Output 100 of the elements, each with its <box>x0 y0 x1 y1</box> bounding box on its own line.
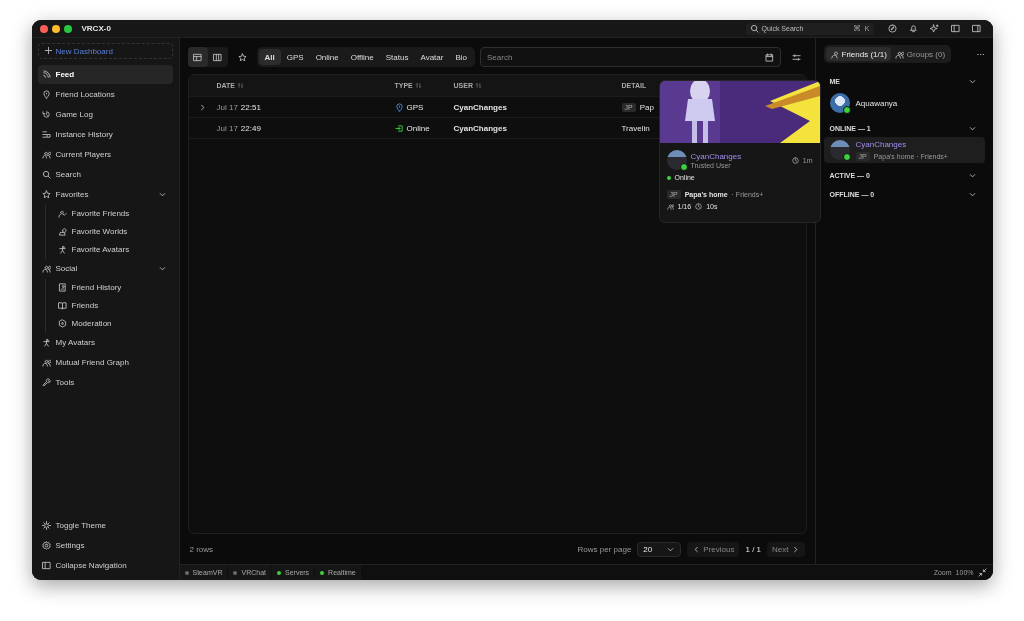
chevron-icon[interactable] <box>157 264 167 273</box>
feed-icon <box>41 70 51 79</box>
sidebar-subitem[interactable]: Moderation <box>53 315 173 332</box>
table-cell: Travelin <box>621 123 650 133</box>
settings-icon <box>41 541 51 550</box>
menu-item-icon <box>57 245 67 254</box>
people-icon <box>41 264 51 273</box>
sliders-icon[interactable] <box>791 52 801 62</box>
person-icon <box>41 338 51 347</box>
compass-icon[interactable] <box>887 24 897 33</box>
user-name[interactable]: CyanChanges <box>690 151 742 161</box>
people-icon <box>894 49 904 59</box>
sidebar-subitem[interactable]: Friends <box>53 297 173 314</box>
location-icon <box>41 90 51 99</box>
sidebar-icon <box>41 561 51 570</box>
sidebar-subitem[interactable]: Favorite Avatars <box>53 241 173 258</box>
sidebar-item[interactable]: Current Players <box>37 145 173 164</box>
sidebar-item[interactable]: Social <box>37 259 173 278</box>
menu-item-icon <box>57 319 67 328</box>
friend-item[interactable]: Aquawanya <box>823 90 985 116</box>
menu-item-icon <box>57 301 67 310</box>
next-button[interactable]: Next <box>767 541 805 557</box>
sidebar-item[interactable]: Favorites <box>37 185 173 204</box>
notification-bell-icon[interactable] <box>908 24 918 33</box>
window-title: VRCX-0 <box>81 24 111 33</box>
players-icon <box>41 150 51 159</box>
menu-item-icon <box>57 227 67 236</box>
rows-per-page-label: Rows per page <box>577 544 632 554</box>
filter-tab[interactable]: GPS <box>280 49 310 65</box>
table-cell: GPS <box>394 102 454 112</box>
table-cell-text: CyanChanges <box>453 123 508 133</box>
filter-tab[interactable]: Status <box>379 49 415 65</box>
table-cell: Online <box>394 123 454 133</box>
sort-icon <box>414 82 422 89</box>
people-icon <box>41 358 51 367</box>
sidebar-item[interactable]: Toggle Theme <box>37 516 173 535</box>
filter-tab[interactable]: Online <box>309 49 345 65</box>
online-status-dot <box>666 175 671 180</box>
sparkle-icon[interactable] <box>929 24 939 33</box>
columns-icon <box>213 52 222 62</box>
maximize-window-button[interactable] <box>63 24 72 33</box>
new-dashboard-button[interactable]: New Dashboard <box>37 43 173 59</box>
people-icon <box>666 203 674 210</box>
search-field[interactable]: Search <box>480 47 781 67</box>
sort-icon <box>237 82 245 89</box>
chevron-icon[interactable] <box>157 190 167 199</box>
star-icon <box>41 190 51 199</box>
sidebar-item[interactable]: Search <box>37 165 173 184</box>
sidebar-item[interactable]: Collapse Navigation <box>37 556 173 575</box>
list-icon <box>41 130 51 139</box>
table-cell: Pap <box>639 102 654 112</box>
sun-icon <box>41 521 51 530</box>
sidebar-item[interactable]: Feed <box>37 65 173 84</box>
sidebar-item[interactable]: Tools <box>37 373 173 392</box>
sidebar-subitem[interactable]: Friend History <box>53 279 173 296</box>
friend-name: CyanChanges <box>855 139 908 149</box>
search-input[interactable]: Search <box>487 52 765 62</box>
filter-tab[interactable]: All <box>258 49 281 65</box>
table-cell-text: CyanChanges <box>453 102 508 112</box>
sidebar-subitem[interactable]: Favorite Worlds <box>53 223 173 240</box>
sidebar-item[interactable]: Settings <box>37 536 173 555</box>
wrench-icon <box>41 378 51 387</box>
sidebar-item[interactable]: Game Log <box>37 105 173 124</box>
clock-icon <box>791 156 799 164</box>
star-icon[interactable] <box>237 52 247 62</box>
friend-name: Aquawanya <box>855 98 898 108</box>
sidebar-item[interactable]: Mutual Friend Graph <box>37 353 173 372</box>
minimize-window-button[interactable] <box>51 24 60 33</box>
panel-tab[interactable]: Groups (0) <box>890 47 950 61</box>
table-layout-icon <box>193 52 202 62</box>
sidebar-subitem[interactable]: Favorite Friends <box>53 205 173 222</box>
shrink-icon[interactable] <box>977 568 987 577</box>
plus-icon <box>43 46 53 55</box>
previous-button[interactable]: Previous <box>687 541 740 557</box>
online-status-dot <box>679 163 688 171</box>
filter-tab[interactable]: Offline <box>344 49 380 65</box>
close-window-button[interactable] <box>39 24 48 33</box>
clock-icon <box>695 203 703 210</box>
menu-item-icon <box>57 209 67 218</box>
sort-icon <box>474 82 482 89</box>
sidebar-item[interactable]: Instance History <box>37 125 173 144</box>
table-view-button[interactable] <box>187 47 208 67</box>
expand-chevron-icon[interactable] <box>198 102 207 112</box>
table-cell-text: Jul 17 22:51 <box>216 102 262 112</box>
table-cell-text: Jul 17 22:49 <box>216 123 262 133</box>
rows-per-page-select[interactable]: 20 <box>637 541 682 557</box>
filter-tab[interactable]: Avatar <box>414 49 450 65</box>
search-icon <box>41 170 51 179</box>
sidebar-left-icon[interactable] <box>950 24 960 33</box>
sidebar-right-icon[interactable] <box>971 24 981 33</box>
panel-tab[interactable]: Friends (1/1) <box>825 47 891 61</box>
sidebar-item[interactable]: My Avatars <box>37 333 173 352</box>
page-indicator: 1 / 1 <box>745 544 762 554</box>
row-count: 2 rows <box>189 544 214 554</box>
calendar-icon[interactable] <box>764 52 774 62</box>
person-icon <box>829 49 839 59</box>
filter-tab[interactable]: Bio <box>449 49 473 65</box>
search-icon <box>749 24 759 33</box>
menu-item-icon <box>57 283 67 292</box>
sidebar-item[interactable]: Friend Locations <box>37 85 173 104</box>
